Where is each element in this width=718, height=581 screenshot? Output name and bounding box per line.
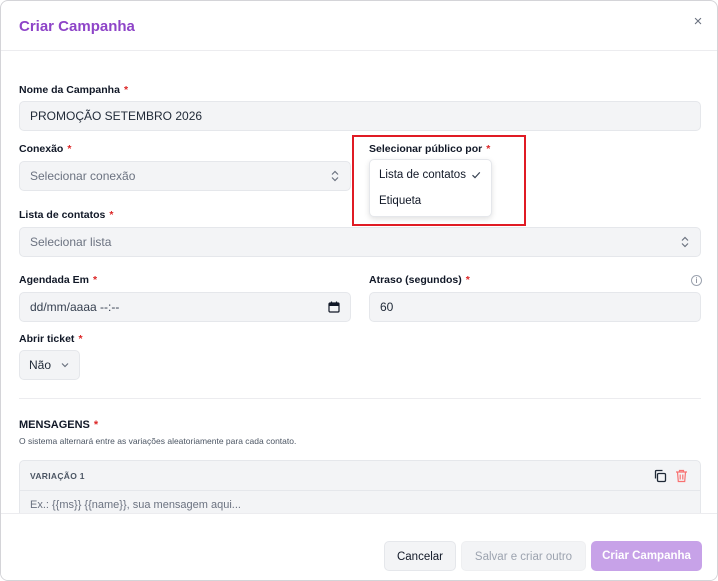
- connection-placeholder: Selecionar conexão: [30, 169, 136, 183]
- variation-message-input[interactable]: Ex.: {{ms}} {{name}}, sua mensagem aqui.…: [30, 499, 241, 511]
- save-and-create-another-button[interactable]: Salvar e criar outro: [461, 541, 586, 571]
- create-campaign-button[interactable]: Criar Campanha: [591, 541, 702, 571]
- calendar-icon[interactable]: [328, 301, 340, 313]
- scheduled-at-input[interactable]: dd/mm/aaaa --:--: [19, 292, 351, 322]
- campaign-name-input[interactable]: PROMOÇÃO SETEMBRO 2026: [19, 101, 701, 131]
- contact-list-placeholder: Selecionar lista: [30, 235, 112, 249]
- campaign-name-label-text: Nome da Campanha: [19, 84, 120, 96]
- chevron-up-down-icon: [681, 236, 689, 248]
- chevron-up-down-icon: [331, 170, 339, 182]
- connection-select[interactable]: Selecionar conexão: [19, 161, 351, 191]
- delay-label: Atraso (segundos) *: [369, 274, 470, 286]
- open-ticket-label: Abrir ticket *: [19, 333, 83, 345]
- highlight-box: [352, 135, 526, 226]
- connection-label: Conexão *: [19, 143, 71, 155]
- messages-heading-text: MENSAGENS: [19, 419, 90, 431]
- contact-list-label: Lista de contatos *: [19, 209, 113, 221]
- variation-label: VARIAÇÃO 1: [30, 471, 85, 481]
- messages-heading: MENSAGENS *: [19, 419, 98, 431]
- scheduled-at-label-text: Agendada Em: [19, 274, 90, 286]
- close-icon[interactable]: ×: [690, 14, 706, 30]
- connection-label-text: Conexão: [19, 143, 64, 155]
- variation-header: VARIAÇÃO 1: [20, 461, 700, 491]
- trash-icon[interactable]: [675, 469, 688, 483]
- scheduled-at-value: dd/mm/aaaa --:--: [30, 300, 120, 314]
- cancel-button[interactable]: Cancelar: [384, 541, 456, 571]
- required-mark: *: [109, 209, 114, 221]
- info-icon[interactable]: i: [691, 275, 702, 286]
- create-campaign-modal: Criar Campanha × Nome da Campanha * PROMO…: [0, 0, 718, 581]
- required-mark: *: [93, 274, 98, 286]
- campaign-name-label: Nome da Campanha *: [19, 84, 128, 96]
- open-ticket-value: Não: [29, 358, 52, 372]
- delay-label-text: Atraso (segundos): [369, 274, 462, 286]
- modal-title: Criar Campanha: [19, 18, 135, 35]
- required-mark: *: [67, 143, 72, 155]
- required-mark: *: [78, 333, 83, 345]
- copy-icon[interactable]: [653, 469, 667, 483]
- contact-list-select[interactable]: Selecionar lista: [19, 227, 701, 257]
- modal-header: Criar Campanha ×: [1, 1, 717, 51]
- contact-list-label-text: Lista de contatos: [19, 209, 106, 221]
- section-divider: [19, 398, 701, 399]
- required-mark: *: [465, 274, 470, 286]
- chevron-down-icon: [61, 363, 69, 368]
- modal-footer: Cancelar Salvar e criar outro Criar Camp…: [1, 513, 717, 580]
- open-ticket-label-text: Abrir ticket: [19, 333, 75, 345]
- scheduled-at-label: Agendada Em *: [19, 274, 97, 286]
- required-mark: *: [93, 419, 99, 431]
- messages-description: O sistema alternará entre as variações a…: [19, 436, 297, 446]
- required-mark: *: [123, 84, 129, 96]
- open-ticket-select[interactable]: Não: [19, 350, 80, 380]
- delay-input[interactable]: 60: [369, 292, 701, 322]
- variation-card: VARIAÇÃO 1 Ex.: {{ms}} {{name}}, sua men…: [19, 460, 701, 520]
